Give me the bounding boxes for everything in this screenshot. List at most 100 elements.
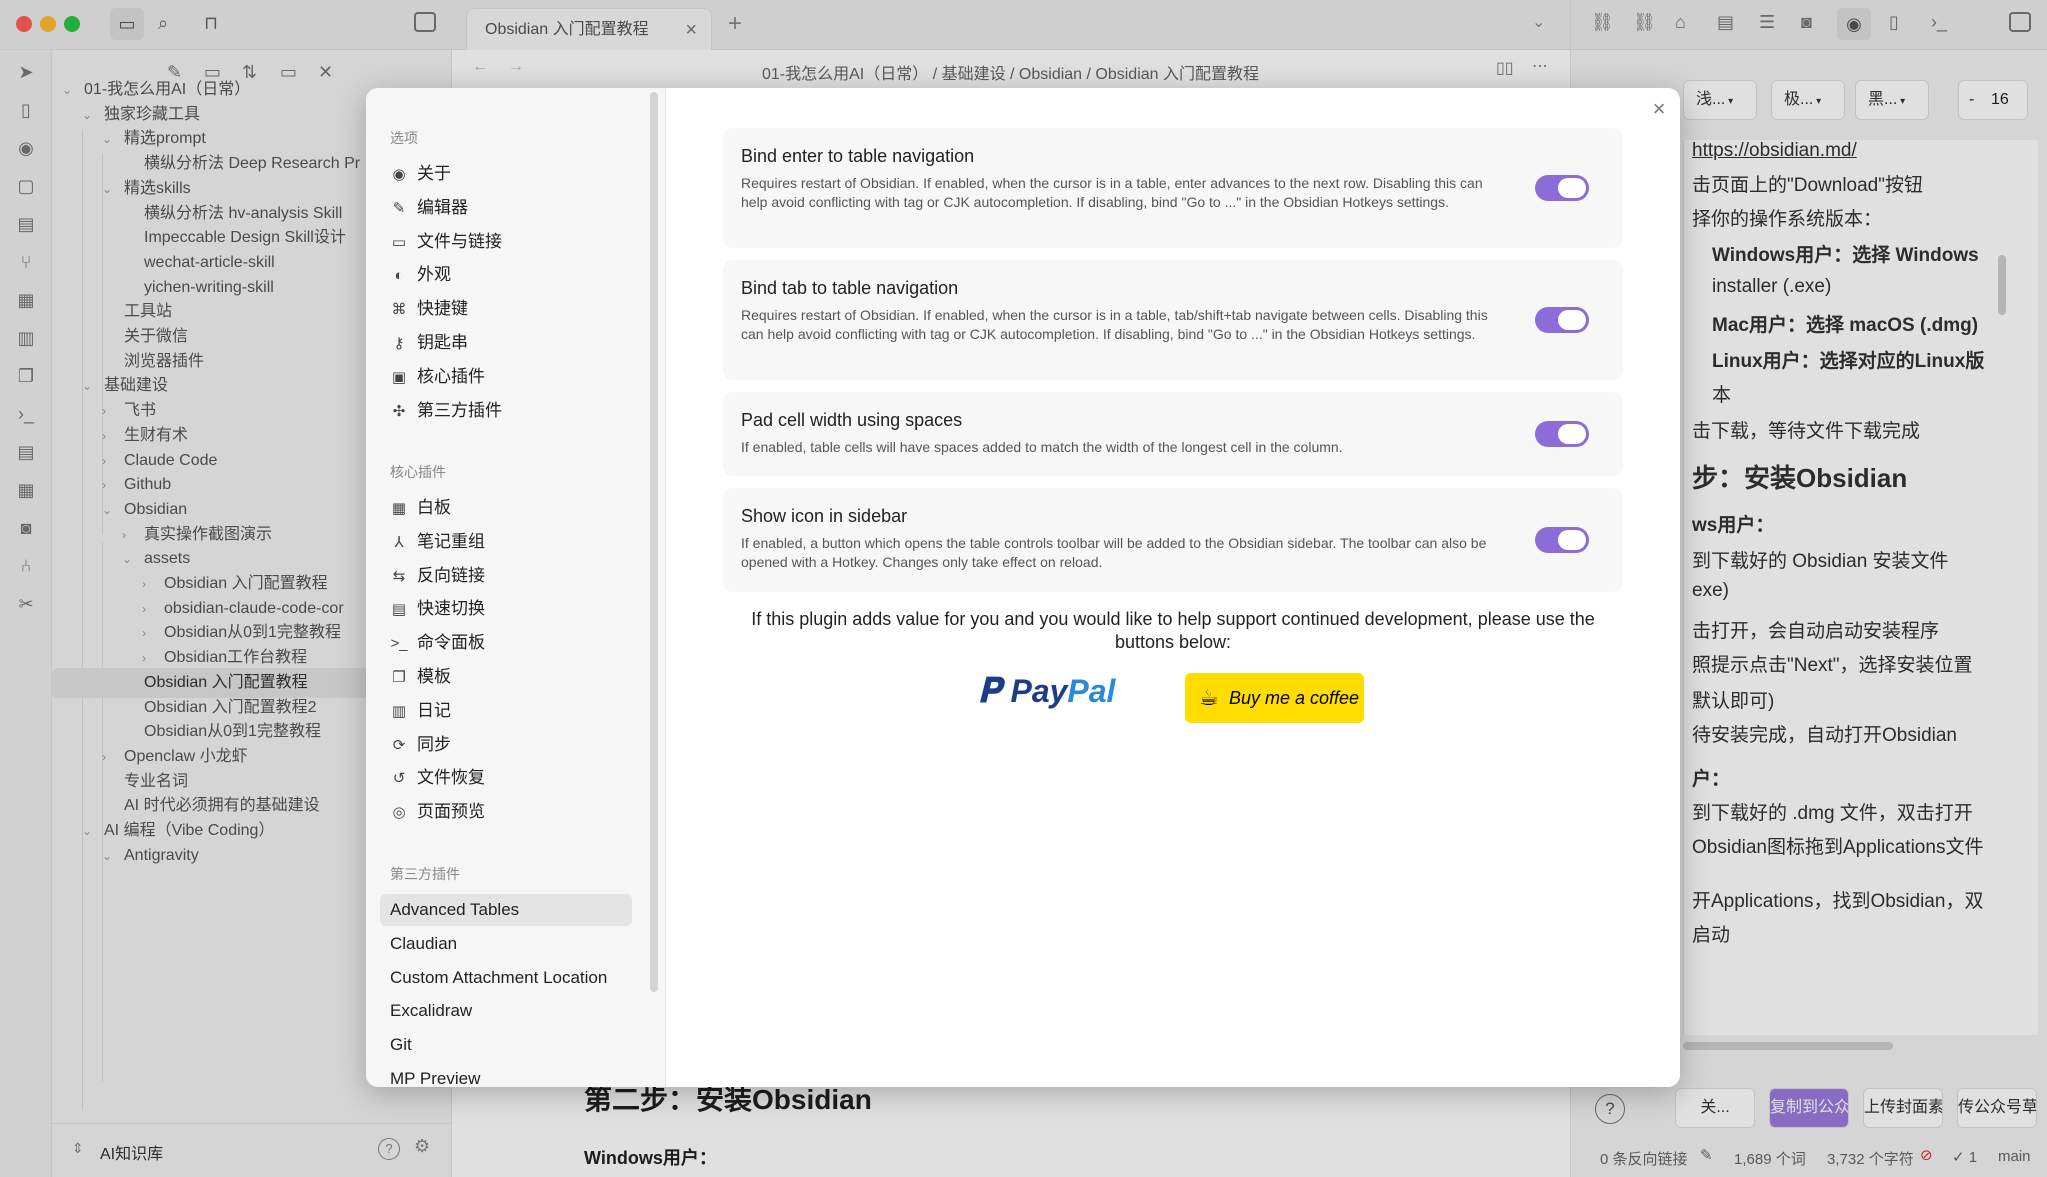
- setting-description: Requires restart of Obsidian. If enabled…: [741, 175, 1483, 210]
- community-plugins-icon: ✣: [392, 402, 406, 420]
- settings-nav-label: 快速切换: [417, 599, 485, 619]
- command-palette-icon: >_: [390, 635, 408, 653]
- settings-nav-page-preview[interactable]: ◎ 页面预览: [380, 796, 632, 828]
- settings-nav-label: 外观: [417, 265, 451, 285]
- setting-title: Bind enter to table navigation: [741, 146, 975, 166]
- settings-nav-label: Claudian: [390, 933, 458, 953]
- settings-nav-appearance[interactable]: ◐ 外观: [380, 259, 632, 291]
- files-icon: ▭: [391, 233, 407, 251]
- settings-nav-excalidraw[interactable]: Excalidraw: [380, 995, 632, 1027]
- quick-switcher-icon: ▤: [391, 601, 407, 619]
- settings-nav-command-palette[interactable]: >_ 命令面板: [380, 627, 632, 659]
- coffee-cup-icon: ☕: [1199, 685, 1219, 710]
- settings-nav-file-recovery[interactable]: ↺ 文件恢复: [380, 762, 632, 794]
- daily-notes-icon: ▥: [391, 702, 407, 720]
- toggle-knob: [1558, 424, 1586, 444]
- settings-nav-files[interactable]: ▭ 文件与链接: [380, 226, 632, 258]
- settings-nav-templates[interactable]: ❐ 模板: [380, 661, 632, 693]
- settings-nav-git[interactable]: Git: [380, 1029, 632, 1061]
- settings-nav-label: 第三方插件: [417, 400, 502, 420]
- settings-nav-label: Custom Attachment Location: [390, 967, 608, 987]
- settings-nav-daily-notes[interactable]: ▥ 日记: [380, 695, 632, 727]
- setting-toggle[interactable]: [1535, 307, 1589, 333]
- setting-title: Pad cell width using spaces: [741, 410, 963, 430]
- settings-nav-about[interactable]: ◉ 关于: [380, 158, 632, 190]
- settings-nav-label: 关于: [417, 164, 451, 183]
- setting-toggle[interactable]: [1535, 421, 1589, 447]
- page-preview-icon: ◎: [392, 804, 406, 822]
- support-text: If this plugin adds value for you and yo…: [751, 609, 1595, 652]
- settings-nav-scrollbar[interactable]: [650, 92, 658, 992]
- setting-description: Requires restart of Obsidian. If enabled…: [741, 307, 1488, 342]
- setting-toggle[interactable]: [1535, 175, 1589, 201]
- setting-row: Pad cell width using spaces If enabled, t…: [723, 392, 1623, 476]
- core-plugins-icon: ▣: [391, 368, 407, 386]
- settings-nav-label: 日记: [417, 700, 451, 720]
- settings-nav-note-composer[interactable]: ⅄ 笔记重组: [380, 526, 632, 558]
- settings-nav-label: 编辑器: [417, 197, 468, 217]
- setting-row: Bind enter to table navigation Requires r…: [723, 128, 1623, 248]
- settings-nav-keychain[interactable]: ⚷ 钥匙串: [380, 327, 632, 359]
- toggle-knob: [1558, 178, 1586, 198]
- setting-row: Show icon in sidebar If enabled, a button…: [723, 488, 1623, 592]
- settings-nav: 选项 ◉ 关于 ✎ 编辑器 ▭ 文件与链接 ◐ 外观 ⌘ 快捷键 ⚷ 钥匙串 ▣ 核心插件 ✣ 第三方插件 核心插…: [366, 88, 666, 1087]
- file-recovery-icon: ↺: [392, 770, 406, 788]
- setting-description: If enabled, a button which opens the tab…: [741, 535, 1487, 570]
- buy-me-a-coffee-button[interactable]: ☕ Buy me a coffee: [1185, 673, 1364, 723]
- settings-nav-sync[interactable]: ⟳ 同步: [380, 729, 632, 761]
- settings-nav-canvas[interactable]: ▦ 白板: [380, 492, 632, 524]
- paypal-button[interactable]: 𝐏 PayPal: [978, 672, 1115, 711]
- bmc-label: Buy me a coffee: [1229, 688, 1360, 708]
- settings-nav-label: 模板: [417, 667, 451, 686]
- settings-nav-label: 命令面板: [417, 633, 485, 653]
- settings-nav-advanced-tables[interactable]: Advanced Tables: [380, 894, 632, 926]
- appearance-icon: ◐: [394, 267, 404, 285]
- settings-nav-label: 同步: [417, 734, 451, 754]
- setting-row: Bind tab to table navigation Requires res…: [723, 260, 1623, 380]
- settings-nav-quick-switcher[interactable]: ▤ 快速切换: [380, 593, 632, 625]
- settings-nav-label: 反向链接: [417, 565, 485, 585]
- settings-nav-label: MP Preview: [390, 1069, 481, 1087]
- backlinks-icon: ⇆: [392, 567, 406, 585]
- settings-nav-label: 页面预览: [417, 802, 485, 822]
- settings-nav-mp-preview[interactable]: MP Preview: [380, 1063, 632, 1087]
- paypal-pal-text: Pal: [1067, 673, 1116, 709]
- settings-nav-label: 笔记重组: [417, 531, 485, 551]
- hotkeys-icon: ⌘: [391, 301, 407, 319]
- paypal-logo-icon: 𝐏: [978, 672, 1011, 710]
- note-composer-icon: ⅄: [394, 533, 404, 551]
- settings-nav-label: Excalidraw: [390, 1001, 473, 1021]
- settings-section-heading: 核心插件: [390, 464, 446, 480]
- setting-title: Show icon in sidebar: [741, 506, 908, 526]
- keychain-icon: ⚷: [393, 335, 405, 352]
- settings-nav-label: 文件恢复: [417, 768, 485, 788]
- settings-section-heading: 第三方插件: [390, 866, 460, 882]
- settings-nav-label: 快捷键: [417, 299, 468, 319]
- canvas-icon: ▦: [391, 500, 407, 517]
- settings-nav-custom-attachment[interactable]: Custom Attachment Location: [380, 962, 632, 994]
- toggle-knob: [1558, 530, 1586, 550]
- about-icon: ◉: [392, 166, 406, 183]
- close-icon[interactable]: ×: [1644, 94, 1674, 124]
- settings-nav-label: Git: [390, 1035, 412, 1055]
- settings-nav-label: 核心插件: [417, 366, 485, 386]
- editor-icon: ✎: [392, 199, 406, 217]
- settings-nav-label: Advanced Tables: [390, 900, 520, 919]
- setting-toggle[interactable]: [1535, 527, 1589, 553]
- settings-section-heading: 选项: [390, 130, 418, 146]
- toggle-knob: [1558, 310, 1586, 330]
- settings-nav-backlinks[interactable]: ⇆ 反向链接: [380, 560, 632, 592]
- settings-nav-label: 白板: [417, 498, 451, 517]
- setting-description: If enabled, table cells will have spaces…: [741, 439, 1343, 455]
- templates-icon: ❐: [392, 669, 406, 686]
- settings-nav-claudian[interactable]: Claudian: [380, 928, 632, 960]
- settings-nav-hotkeys[interactable]: ⌘ 快捷键: [380, 293, 632, 325]
- settings-nav-community-plugins[interactable]: ✣ 第三方插件: [380, 395, 632, 427]
- settings-nav-editor[interactable]: ✎ 编辑器: [380, 192, 632, 224]
- settings-nav-label: 文件与链接: [417, 231, 502, 251]
- setting-title: Bind tab to table navigation: [741, 278, 959, 298]
- settings-modal: 选项 ◉ 关于 ✎ 编辑器 ▭ 文件与链接 ◐ 外观 ⌘ 快捷键 ⚷ 钥匙串 ▣ 核心插件 ✣ 第三方插件 核心插…: [366, 88, 1680, 1087]
- paypal-pay-text: Pay: [1010, 673, 1068, 709]
- sync-icon: ⟳: [392, 736, 406, 754]
- settings-nav-core-plugins[interactable]: ▣ 核心插件: [380, 361, 632, 393]
